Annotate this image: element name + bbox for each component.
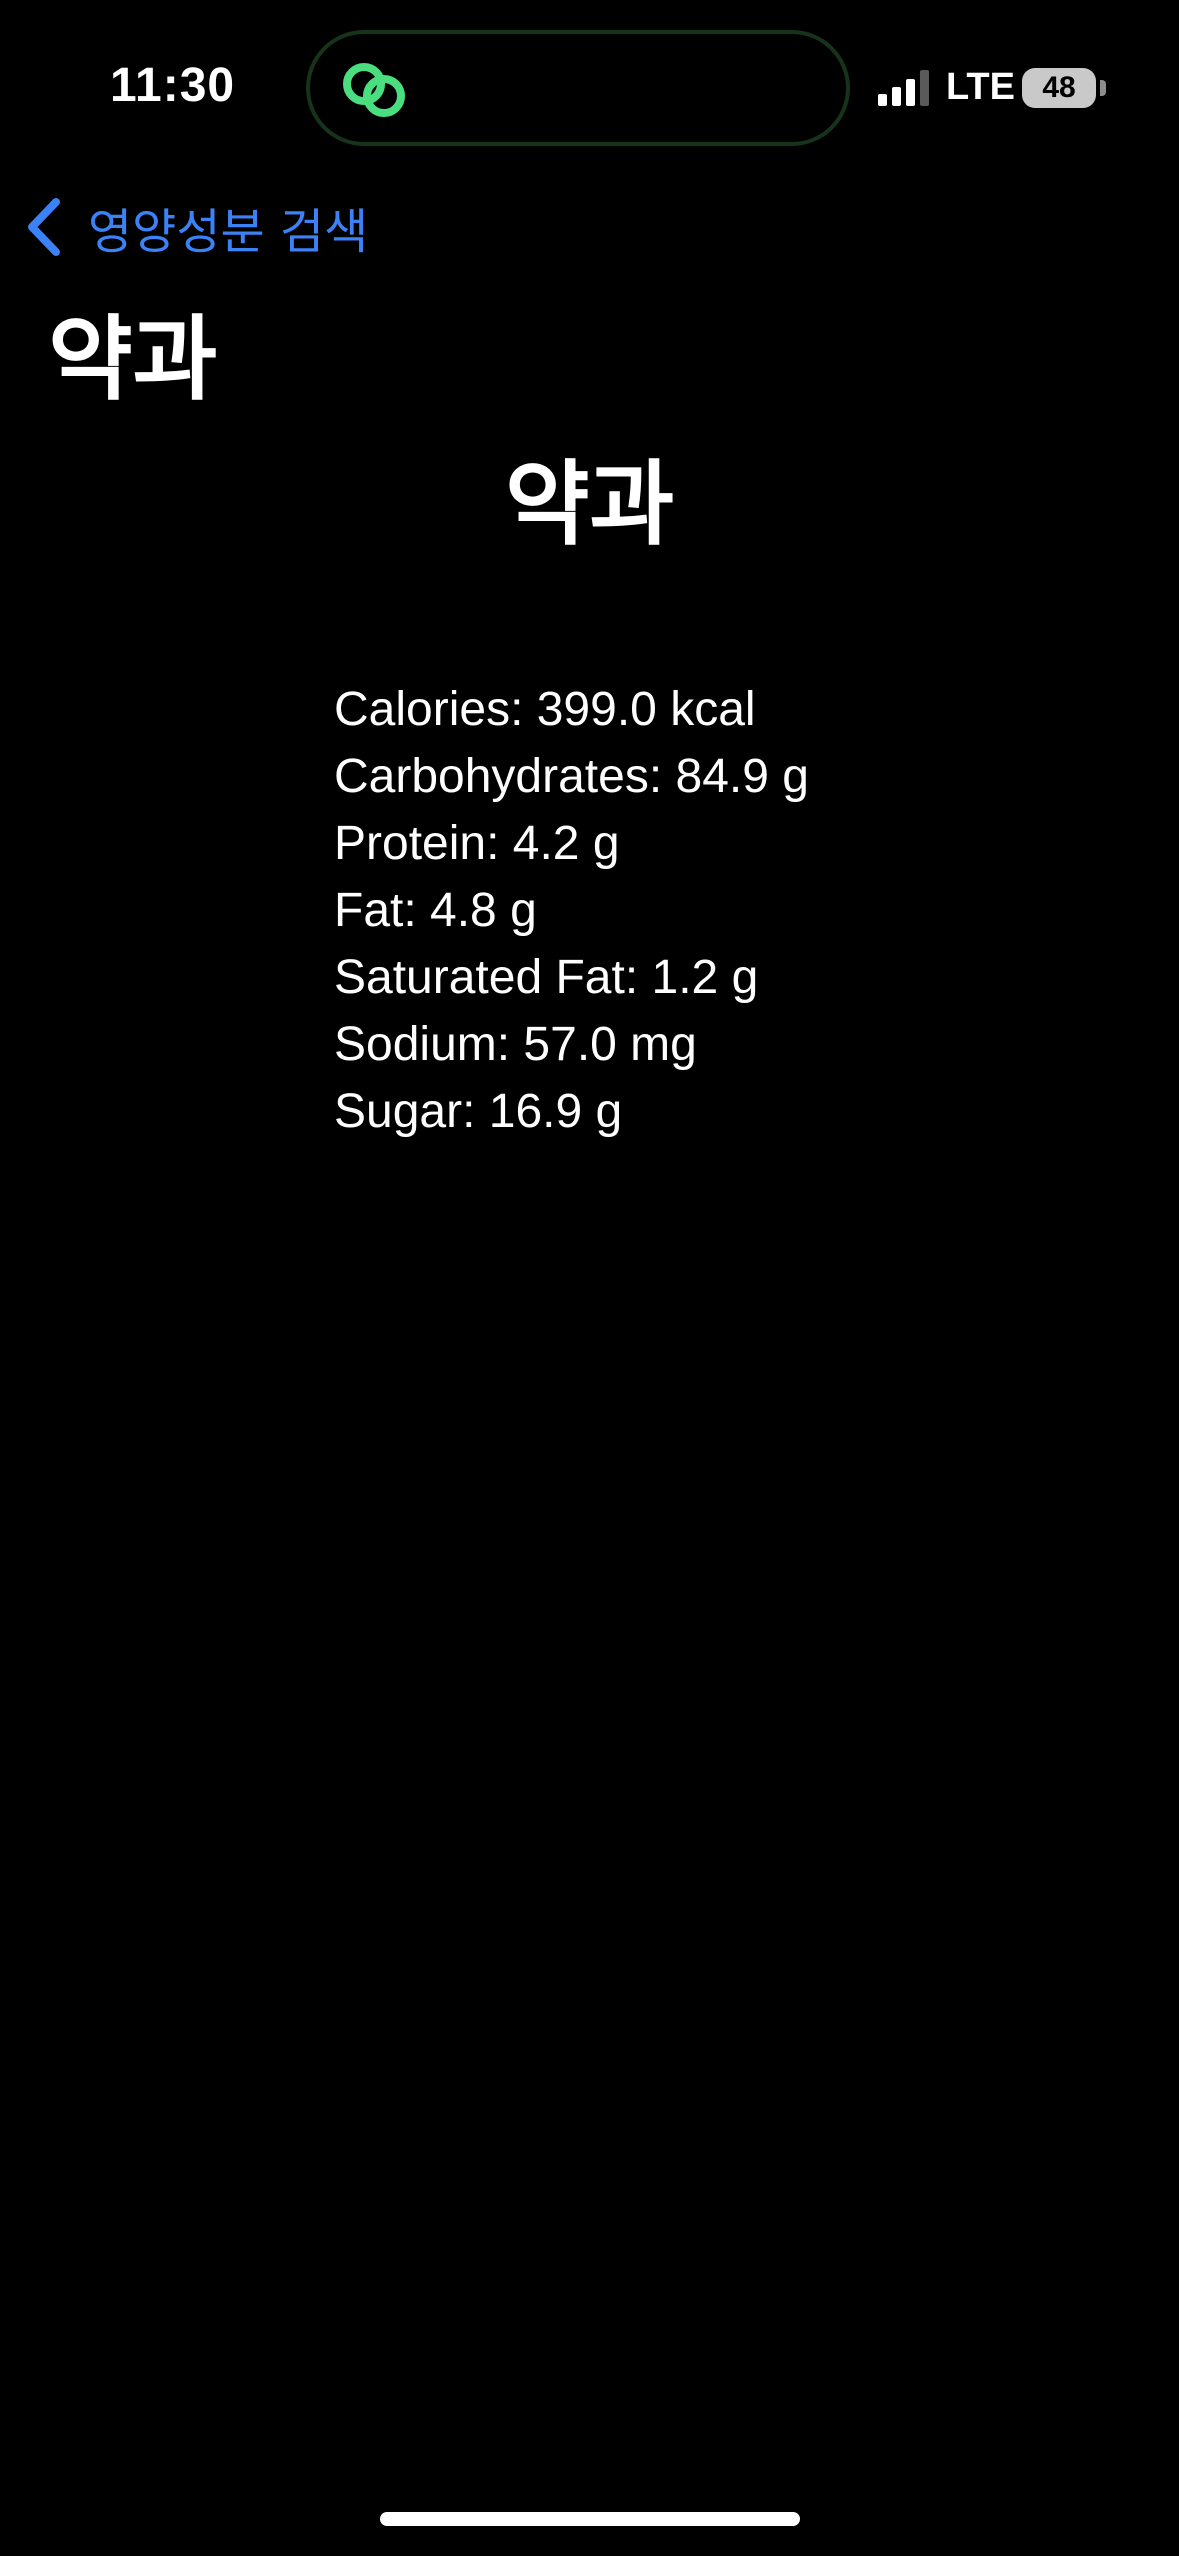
nutrition-protein: Protein: 4.2 g	[334, 817, 620, 870]
food-name-heading: 약과	[504, 451, 675, 558]
battery-indicator: 48	[1022, 68, 1096, 108]
back-button[interactable]: 영양성분 검색	[22, 192, 368, 262]
nutrition-list: Calories: 399.0 kcal Carbohydrates: 84.9…	[334, 676, 809, 1145]
status-time: 11:30	[110, 59, 236, 112]
nutrition-sodium: Sodium: 57.0 mg	[334, 1018, 697, 1071]
dynamic-island[interactable]	[306, 30, 850, 146]
nutrition-sugar: Sugar: 16.9 g	[334, 1085, 623, 1138]
battery-cap	[1100, 80, 1106, 96]
cellular-signal-icon	[878, 70, 929, 106]
back-button-label: 영양성분 검색	[88, 204, 369, 260]
page-title: 약과	[48, 306, 218, 413]
nutrition-calories: Calories: 399.0 kcal	[334, 683, 756, 736]
carrier-label: LTE	[946, 66, 1015, 108]
chevron-left-icon	[28, 198, 60, 256]
home-indicator[interactable]	[380, 2512, 800, 2526]
linked-rings-icon	[343, 63, 405, 117]
status-bar: 11:30 LTE 48	[0, 0, 1179, 180]
nutrition-saturated-fat: Saturated Fat: 1.2 g	[334, 951, 759, 1004]
nutrition-fat: Fat: 4.8 g	[334, 884, 537, 937]
nutrition-carbohydrates: Carbohydrates: 84.9 g	[334, 750, 809, 803]
